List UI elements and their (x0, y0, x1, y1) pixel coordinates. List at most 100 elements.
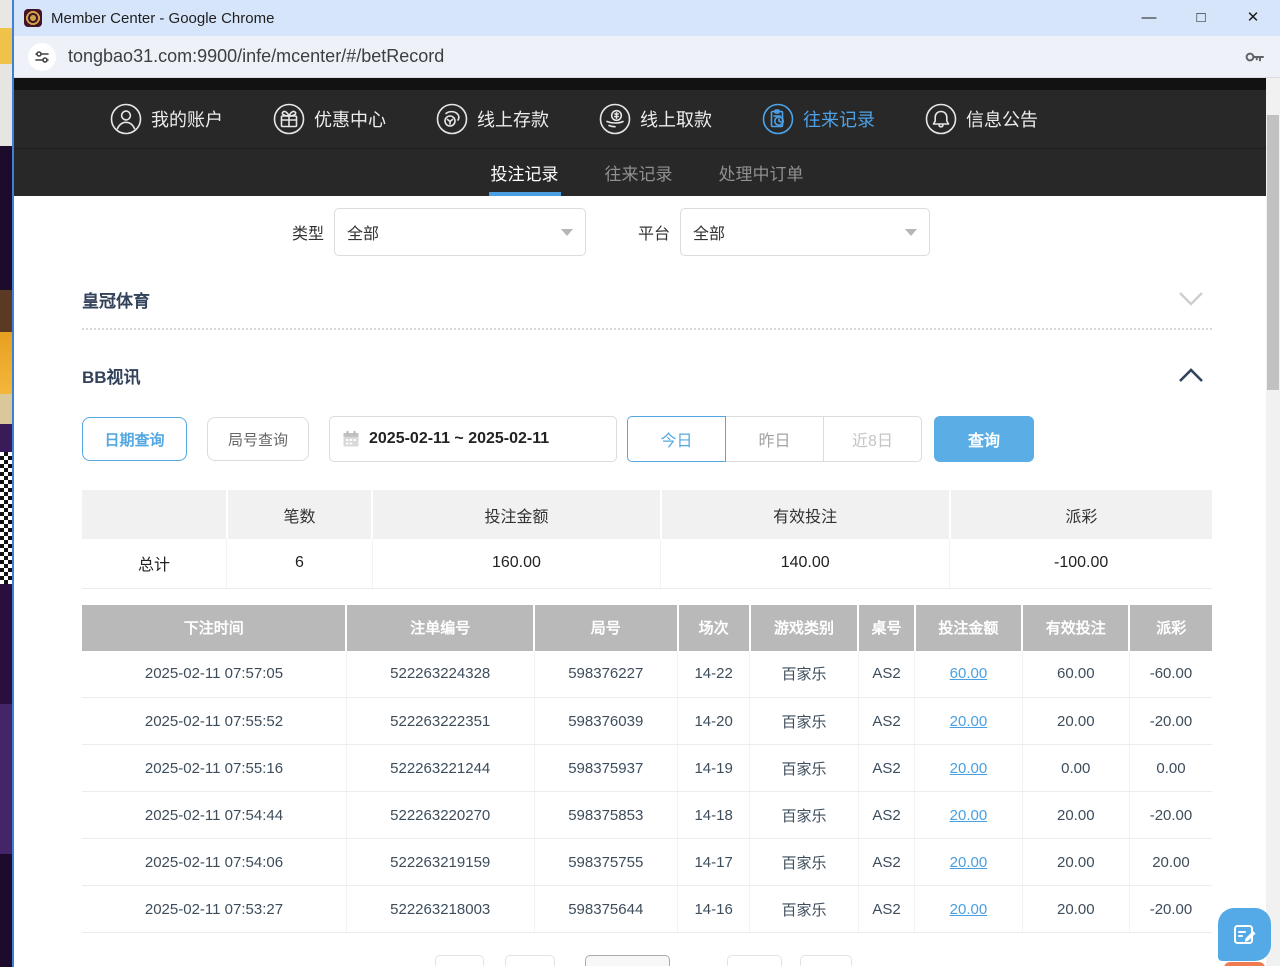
site-settings-icon[interactable] (28, 43, 56, 71)
window-titlebar: Member Center - Google Chrome — □ ✕ (14, 0, 1280, 36)
bet-amount-link[interactable]: 20.00 (950, 854, 988, 871)
table-cell: 598375644 (534, 886, 678, 933)
tab-1[interactable]: 往来记录 (605, 149, 673, 196)
table-cell: 百家乐 (750, 886, 858, 933)
table-cell: 20.00 (1022, 839, 1129, 886)
nav-item-5[interactable]: 信息公告 (925, 103, 1038, 135)
bet-amount-link-cell[interactable]: 20.00 (915, 792, 1022, 839)
table-cell: 598376227 (534, 651, 678, 698)
compose-icon (1232, 922, 1258, 948)
deposit-icon (436, 103, 468, 135)
nav-item-0[interactable]: 我的账户 (110, 103, 223, 135)
search-button[interactable]: 查询 (934, 416, 1034, 462)
bet-table-header-cell: 下注时间 (82, 605, 346, 651)
chevron-down-icon[interactable] (1178, 291, 1204, 307)
nav-item-3[interactable]: 线上取款 (599, 103, 712, 135)
browser-url-bar: tongbao31.com:9900/infe/mcenter/#/betRec… (14, 36, 1280, 78)
bet-table-body: 2025-02-11 07:57:05522263224328598376227… (82, 651, 1212, 933)
window-controls: — □ ✕ (1140, 0, 1270, 36)
page: 我的账户优惠中心线上存款线上取款往来记录信息公告 投注记录往来记录处理中订单 类… (14, 78, 1280, 966)
table-row: 2025-02-11 07:53:27522263218003598375644… (82, 886, 1212, 933)
table-row: 2025-02-11 07:57:05522263224328598376227… (82, 651, 1212, 698)
desktop-fragment (0, 332, 12, 394)
summary-count: 6 (227, 539, 373, 588)
desktop-fragment (0, 704, 12, 854)
tab-0[interactable]: 投注记录 (491, 149, 559, 196)
feedback-compose-fab[interactable] (1218, 908, 1271, 961)
table-cell: 598376039 (534, 698, 678, 745)
table-cell: 0.00 (1022, 745, 1129, 792)
table-cell: 14-16 (678, 886, 750, 933)
pagination-button[interactable] (727, 955, 782, 966)
query-row: 日期查询 局号查询 2025-02-11 ~ 2025-02-11 (82, 416, 1212, 462)
date-query-button[interactable]: 日期查询 (82, 417, 187, 461)
table-cell: AS2 (858, 745, 914, 792)
bet-amount-link-cell[interactable]: 60.00 (915, 651, 1022, 698)
table-cell: 598375755 (534, 839, 678, 886)
pagination-button[interactable] (435, 955, 484, 966)
page-scrollbar[interactable] (1266, 78, 1280, 966)
withdraw-icon (599, 103, 631, 135)
table-cell: AS2 (858, 792, 914, 839)
pagination-button[interactable] (800, 955, 852, 966)
section-crown-sports[interactable]: 皇冠体育 (82, 270, 1212, 330)
bb-video-title: BB视讯 (82, 363, 141, 388)
date-range-input[interactable]: 2025-02-11 ~ 2025-02-11 (329, 416, 617, 462)
bet-amount-link[interactable]: 20.00 (950, 713, 988, 730)
table-cell: 598375853 (534, 792, 678, 839)
table-cell: -60.00 (1129, 651, 1212, 698)
tab-bar: 投注记录往来记录处理中订单 (14, 148, 1280, 196)
round-query-button[interactable]: 局号查询 (207, 417, 309, 461)
table-cell: 14-20 (678, 698, 750, 745)
bet-amount-link[interactable]: 20.00 (950, 807, 988, 824)
section-bb-video[interactable]: BB视讯 (82, 350, 1212, 400)
pagination-button[interactable] (505, 955, 555, 966)
date-range-value: 2025-02-11 ~ 2025-02-11 (369, 430, 549, 448)
platform-select[interactable]: 全部 (680, 208, 930, 256)
secondary-fab-partial[interactable] (1224, 962, 1265, 966)
tab-2[interactable]: 处理中订单 (719, 149, 804, 196)
calendar-icon (342, 430, 360, 448)
table-cell: 2025-02-11 07:53:27 (82, 886, 346, 933)
table-cell: 百家乐 (750, 651, 858, 698)
bet-amount-link[interactable]: 20.00 (950, 901, 988, 918)
nav-item-1[interactable]: 优惠中心 (273, 103, 386, 135)
scrollbar-thumb[interactable] (1267, 115, 1279, 390)
table-cell: 2025-02-11 07:54:06 (82, 839, 346, 886)
nav-item-2[interactable]: 线上存款 (436, 103, 549, 135)
bet-table-header-row: 下注时间注单编号局号场次游戏类别桌号投注金额有效投注派彩 (82, 605, 1212, 651)
table-cell: 14-17 (678, 839, 750, 886)
header-top-strip (14, 78, 1280, 90)
bet-amount-link-cell[interactable]: 20.00 (915, 886, 1022, 933)
summary-bet-amount: 160.00 (372, 539, 660, 588)
table-cell: 20.00 (1022, 792, 1129, 839)
yesterday-button[interactable]: 昨日 (725, 416, 824, 462)
close-button[interactable]: ✕ (1244, 0, 1262, 36)
table-cell: -20.00 (1129, 698, 1212, 745)
bet-amount-link-cell[interactable]: 20.00 (915, 839, 1022, 886)
table-cell: AS2 (858, 839, 914, 886)
url-text[interactable]: tongbao31.com:9900/infe/mcenter/#/betRec… (68, 46, 1234, 67)
table-cell: 20.00 (1022, 886, 1129, 933)
window-title: Member Center - Google Chrome (51, 10, 1140, 27)
table-cell: 2025-02-11 07:57:05 (82, 651, 346, 698)
nav-item-label: 优惠中心 (314, 106, 386, 132)
today-button[interactable]: 今日 (627, 416, 726, 462)
bet-amount-link-cell[interactable]: 20.00 (915, 698, 1022, 745)
pagination-button-active[interactable] (585, 955, 670, 966)
chevron-up-icon[interactable] (1178, 367, 1204, 383)
nav-item-4[interactable]: 往来记录 (762, 103, 875, 135)
bet-amount-link-cell[interactable]: 20.00 (915, 745, 1022, 792)
minimize-button[interactable]: — (1140, 0, 1158, 36)
maximize-button[interactable]: □ (1192, 0, 1210, 36)
desktop-fragment (0, 64, 12, 146)
last-8-days-button[interactable]: 近8日 (823, 416, 922, 462)
bet-amount-link[interactable]: 60.00 (950, 665, 988, 682)
bet-table-header-cell: 有效投注 (1022, 605, 1129, 651)
type-select[interactable]: 全部 (334, 208, 586, 256)
password-key-icon[interactable] (1242, 45, 1266, 69)
bet-amount-link[interactable]: 20.00 (950, 760, 988, 777)
bet-records-table: 下注时间注单编号局号场次游戏类别桌号投注金额有效投注派彩 2025-02-11 … (82, 605, 1212, 934)
table-cell: 522263218003 (346, 886, 534, 933)
table-cell: 60.00 (1022, 651, 1129, 698)
